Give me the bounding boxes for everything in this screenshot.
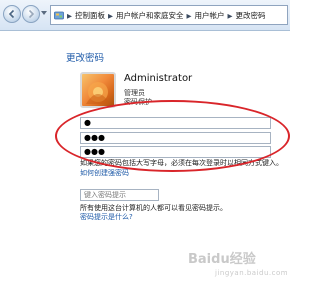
user-status: 密码保护 [124,98,152,106]
breadcrumb-separator: ▶ [227,11,233,20]
breadcrumb-separator: ▶ [108,11,113,20]
confirm-password-field[interactable]: ●●● [80,146,271,158]
forward-arrow-icon [28,9,35,19]
forward-button[interactable] [22,5,40,23]
breadcrumb-item-user-accounts-family-safety[interactable]: 用户帐户和家庭安全 [116,10,184,21]
back-button[interactable] [3,5,21,23]
control-panel-icon [54,11,64,19]
address-bar[interactable]: ▶ 控制面板 ▶ 用户帐户和家庭安全 ▶ 用户帐户 ▶ 更改密码 [50,5,288,25]
flower-avatar-icon [86,82,110,104]
breadcrumb-separator: ▶ [67,11,72,20]
breadcrumb-item-user-accounts[interactable]: 用户帐户 [195,10,225,21]
history-dropdown-icon[interactable] [41,11,47,15]
password-hint-input[interactable]: 键入密码提示 [80,189,159,201]
what-is-hint-link[interactable]: 密码提示是什么? [80,212,133,222]
page-title: 更改密码 [66,53,105,64]
user-avatar [80,72,116,108]
new-password-field[interactable]: ●●● [80,132,271,144]
back-arrow-icon [8,9,15,19]
strong-password-link[interactable]: 如何创建强密码 [80,168,129,178]
current-password-field[interactable]: ● [80,117,271,129]
watermark: Baidu经验 jingyan.baidu.com [188,248,288,286]
watermark-brand: Baidu经验 [188,252,256,267]
user-name: Administrator [124,73,193,84]
navigation-toolbar: ▶ 控制面板 ▶ 用户帐户和家庭安全 ▶ 用户帐户 ▶ 更改密码 [0,0,290,31]
case-sensitivity-note: 如果您的密码包括大写字母，必须在每次登录时以相同方式键入。 [80,159,283,167]
breadcrumb-item-control-panel[interactable]: 控制面板 [75,10,105,21]
watermark-domain: jingyan.baidu.com [215,269,289,277]
breadcrumb: ▶ 控制面板 ▶ 用户帐户和家庭安全 ▶ 用户帐户 ▶ 更改密码 [54,10,266,21]
breadcrumb-item-change-password[interactable]: 更改密码 [236,10,266,21]
breadcrumb-separator: ▶ [186,11,192,20]
